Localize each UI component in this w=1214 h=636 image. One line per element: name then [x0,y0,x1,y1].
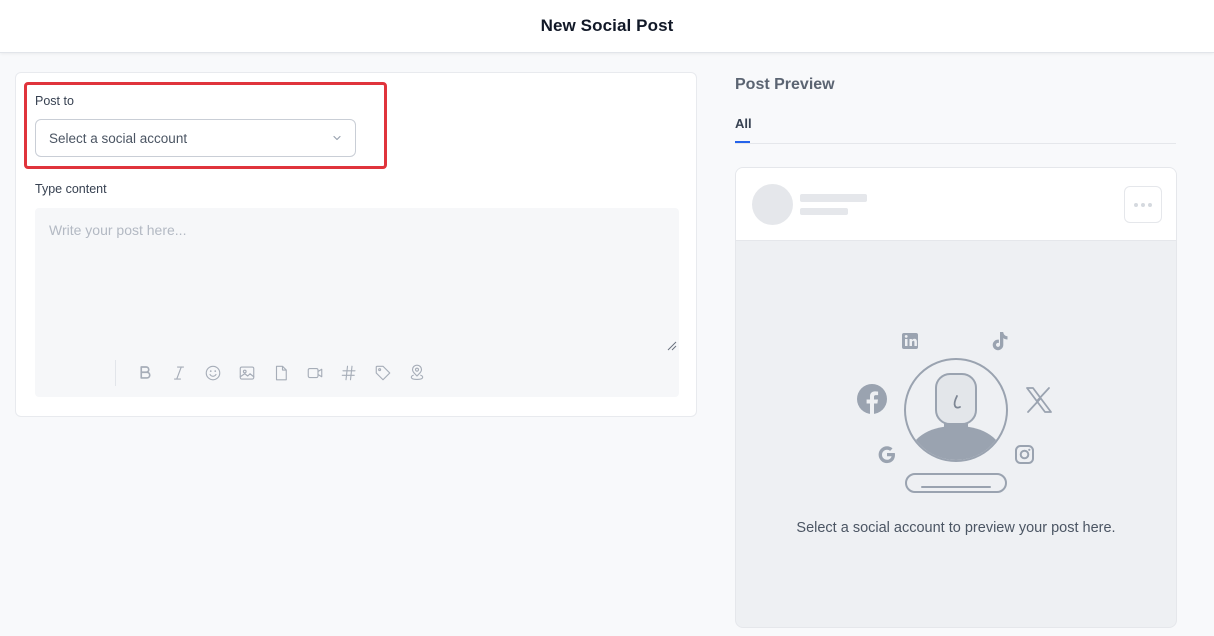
person-avatar-icon [904,358,1008,462]
italic-button[interactable] [162,360,196,386]
post-content-input[interactable] [35,208,679,354]
tab-all[interactable]: All [735,116,752,131]
page-title: New Social Post [540,16,674,35]
instagram-icon [1015,445,1034,464]
image-button[interactable] [230,360,264,386]
file-button[interactable] [264,360,298,386]
bold-icon [140,366,151,379]
tiktok-icon [992,332,1008,351]
hashtag-icon [341,365,356,381]
google-icon [878,446,895,464]
file-icon [275,365,287,381]
social-account-select[interactable]: Select a social account [35,119,356,157]
tabs-divider [735,143,1176,144]
preview-title: Post Preview [735,76,835,93]
x-icon [1026,387,1052,413]
image-icon [239,366,255,380]
active-tab-indicator [735,141,750,143]
video-button[interactable] [298,360,332,386]
chevron-down-icon [333,135,341,141]
location-icon [410,364,424,380]
emoji-button[interactable] [196,360,230,386]
video-icon [307,367,323,379]
empty-state-illustration [857,332,1052,493]
emoji-icon [205,365,221,381]
preview-card: Select a social account to preview your … [735,167,1177,628]
content-area [35,208,679,397]
empty-state-message: Select a social account to preview your … [796,520,1116,536]
post-to-label: Post to [35,94,74,108]
location-button[interactable] [400,360,434,386]
type-content-label: Type content [35,182,107,196]
toolbar-divider [115,360,116,386]
top-bar: New Social Post [0,0,1214,53]
pill-bar [905,473,1007,493]
format-toolbar [115,360,434,386]
hashtag-button[interactable] [332,360,366,386]
facebook-icon [857,384,887,414]
post-editor-card: Post to Select a social account Type con… [15,72,697,417]
linkedin-icon [902,333,918,349]
italic-icon [173,366,185,380]
tag-button[interactable] [366,360,400,386]
social-account-select-value: Select a social account [49,130,188,146]
tag-icon [375,365,391,381]
resize-handle-icon[interactable] [667,341,677,351]
bold-button[interactable] [128,360,162,386]
